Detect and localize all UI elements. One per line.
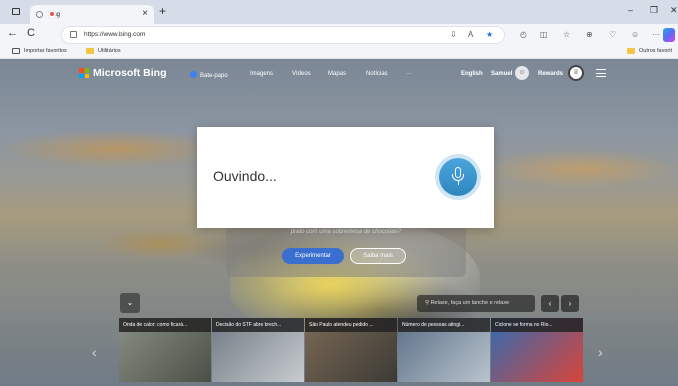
- tab-close-icon[interactable]: ×: [142, 9, 148, 19]
- news-carousel: Onda de calor: como ficará... Decisão do …: [119, 318, 583, 382]
- maximize-button[interactable]: ❐: [650, 5, 658, 16]
- bing-logo[interactable]: Microsoft Bing: [79, 67, 167, 79]
- microsoft-logo-icon: [79, 68, 89, 78]
- language-link[interactable]: English: [461, 71, 483, 77]
- news-card[interactable]: Ciclone se forma no Rio...: [491, 318, 583, 382]
- logo-text: Microsoft Bing: [93, 67, 167, 79]
- profile-icon[interactable]: ☺: [631, 30, 639, 39]
- copilot-icon[interactable]: [663, 28, 675, 42]
- bookmark-label: Utilitários: [98, 48, 121, 54]
- chat-icon: [190, 71, 197, 78]
- browser-toolbar: ← C https://www.bing.com ⇩ A ★ ◴ ◫ ☆ ⊕ ♡…: [0, 24, 678, 46]
- collections-icon[interactable]: ⊕: [586, 30, 593, 39]
- tab-search-icon: [36, 11, 43, 18]
- favorite-star-icon[interactable]: ★: [486, 30, 493, 39]
- browser-essentials-icon[interactable]: ♡: [609, 30, 616, 39]
- rewards-link[interactable]: Rewards: [538, 71, 563, 77]
- extensions-icon[interactable]: ◴: [520, 30, 527, 39]
- feed-search[interactable]: ⚲ Relaxe, faça um lanche e relaxe: [417, 295, 535, 312]
- nav-images[interactable]: Imagens: [250, 71, 273, 77]
- hamburger-menu-icon[interactable]: [596, 69, 606, 77]
- bookmarks-bar: Importar favoritos Utilitários Outros fa…: [0, 46, 678, 59]
- rewards-trophy-icon[interactable]: ♕: [568, 65, 584, 81]
- address-bar[interactable]: https://www.bing.com ⇩ A ★: [62, 27, 504, 43]
- nav-maps[interactable]: Mapas: [328, 71, 346, 77]
- read-aloud-icon[interactable]: A: [468, 30, 473, 39]
- favorites-icon[interactable]: ☆: [563, 30, 570, 39]
- user-name[interactable]: Samuel: [491, 71, 512, 77]
- news-card[interactable]: Onda de calor: como ficará...: [119, 318, 211, 382]
- try-button[interactable]: Experimentar: [282, 248, 344, 264]
- more-menu-icon[interactable]: ···: [652, 30, 660, 39]
- news-card-title: São Paulo atendeu pedido ...: [305, 318, 397, 332]
- nav-chat[interactable]: Bate-papo: [190, 71, 228, 79]
- news-card[interactable]: Decisão do STF abre brech...: [212, 318, 304, 382]
- feed-prev-button[interactable]: ‹: [541, 295, 559, 312]
- feed-next-button[interactable]: ›: [561, 295, 579, 312]
- tab-bing[interactable]: Bing ×: [30, 5, 154, 24]
- import-icon: [12, 48, 20, 54]
- bookmark-import-favorites[interactable]: Importar favoritos: [12, 48, 67, 54]
- url-text[interactable]: https://www.bing.com: [84, 31, 145, 38]
- news-card-title: Decisão do STF abre brech...: [212, 318, 304, 332]
- feed-search-text: Relaxe, faça um lanche e relaxe: [430, 300, 510, 306]
- quiz-question: prato com uma sobremesa de chocolate?: [290, 229, 402, 235]
- voice-search-dialog: Ouvindo...: [197, 127, 494, 228]
- news-card[interactable]: Número de pessoas atingi...: [398, 318, 490, 382]
- learn-more-button[interactable]: Saiba mais: [350, 248, 406, 264]
- folder-icon: [86, 48, 94, 54]
- close-window-button[interactable]: ✕: [670, 5, 678, 16]
- nav-more[interactable]: ···: [406, 71, 412, 77]
- news-card-title: Onda de calor: como ficará...: [119, 318, 211, 332]
- tab-strip: Bing × + – ❐ ✕: [0, 0, 678, 24]
- collapse-feed-button[interactable]: ⌄: [120, 293, 140, 313]
- bing-homepage: Microsoft Bing Bate-papo Imagens Vídeos …: [0, 59, 678, 386]
- listening-status: Ouvindo...: [213, 168, 277, 184]
- news-card-title: Ciclone se forma no Rio...: [491, 318, 583, 332]
- split-screen-icon[interactable]: ◫: [540, 30, 548, 39]
- workspaces-icon[interactable]: [12, 8, 20, 15]
- back-button[interactable]: ←: [7, 27, 18, 39]
- carousel-next-icon[interactable]: ›: [598, 344, 603, 360]
- carousel-prev-icon[interactable]: ‹: [92, 344, 97, 360]
- site-info-icon[interactable]: [70, 31, 77, 38]
- microphone-button[interactable]: [439, 158, 477, 196]
- microphone-icon[interactable]: ⇩: [450, 30, 457, 39]
- background-image: [0, 129, 230, 169]
- news-card[interactable]: São Paulo atendeu pedido ...: [305, 318, 397, 382]
- new-tab-button[interactable]: +: [159, 4, 166, 18]
- folder-icon: [627, 48, 635, 54]
- avatar-icon[interactable]: ☺: [515, 66, 529, 80]
- refresh-button[interactable]: C: [27, 27, 35, 39]
- bookmark-label: Importar favoritos: [24, 48, 67, 54]
- nav-news[interactable]: Notícias: [366, 71, 388, 77]
- other-favorites-folder[interactable]: Outros favorit: [627, 48, 672, 54]
- minimize-button[interactable]: –: [628, 5, 633, 15]
- other-favorites-label: Outros favorit: [639, 48, 673, 54]
- news-card-title: Número de pessoas atingi...: [398, 318, 490, 332]
- nav-videos[interactable]: Vídeos: [292, 71, 311, 77]
- nav-chat-label: Bate-papo: [200, 73, 228, 79]
- bing-favicon-icon: [48, 10, 56, 18]
- bookmark-utilities-folder[interactable]: Utilitários: [86, 48, 121, 54]
